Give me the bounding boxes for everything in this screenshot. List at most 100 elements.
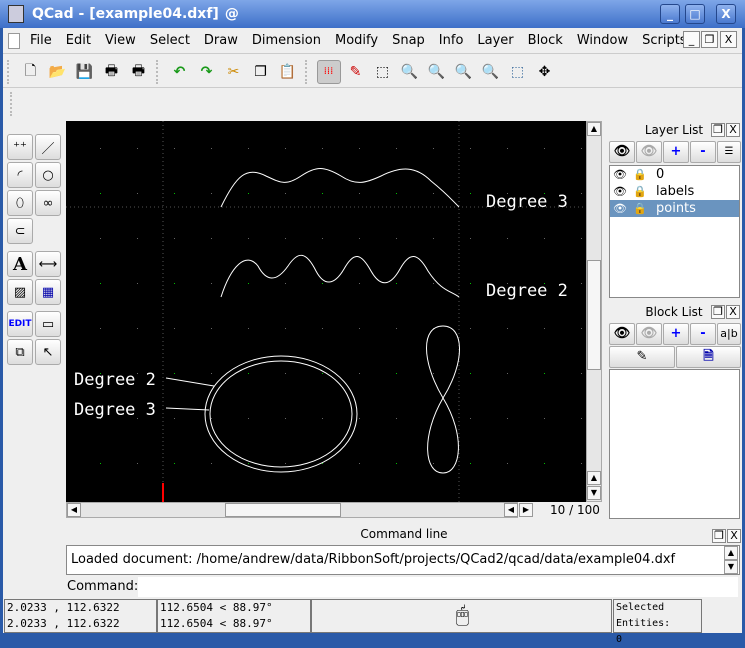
float-icon[interactable]: ❐: [711, 123, 725, 137]
edit-block-icon[interactable]: ✎: [609, 346, 675, 368]
dimension-tool-icon[interactable]: ⟷: [35, 251, 61, 277]
menu-scripts[interactable]: Scripts: [642, 33, 686, 48]
block-tool-icon[interactable]: ⧉: [7, 339, 33, 365]
mdi-close-button[interactable]: X: [720, 31, 737, 48]
select-tool-icon[interactable]: ↖: [35, 339, 61, 365]
grid-icon[interactable]: ⁞⁞⁞: [316, 59, 341, 84]
lock-icon[interactable]: 🔒: [630, 185, 650, 198]
arc-tool-icon[interactable]: ◜: [7, 162, 33, 188]
hide-all-layers-icon[interactable]: 👁: [636, 141, 662, 163]
paste-icon[interactable]: 📋: [276, 60, 300, 84]
zoom-pan-icon[interactable]: ✥: [533, 60, 557, 84]
circle-tool-icon[interactable]: ○: [35, 162, 61, 188]
measure-tool-icon[interactable]: ▭: [35, 311, 61, 337]
previous-page-button[interactable]: ◀: [504, 503, 518, 517]
lock-icon[interactable]: 🔒: [630, 202, 650, 215]
hide-all-blocks-icon[interactable]: 👁: [636, 323, 662, 345]
layer-attributes-icon[interactable]: ☰: [717, 141, 741, 163]
next-page-button[interactable]: ▶: [519, 503, 533, 517]
mdi-restore-button[interactable]: ❐: [701, 31, 718, 48]
eye-icon[interactable]: 👁: [610, 202, 630, 215]
horizontal-scroll-thumb[interactable]: [225, 503, 341, 517]
menu-edit[interactable]: Edit: [66, 33, 91, 48]
hatch-tool-icon[interactable]: ▨: [7, 279, 33, 305]
redo-icon[interactable]: ↷: [195, 60, 219, 84]
close-icon[interactable]: X: [726, 123, 740, 137]
menu-file[interactable]: File: [30, 33, 52, 48]
close-button[interactable]: X: [716, 4, 736, 24]
layer-item-labels[interactable]: 👁 🔒 labels: [610, 183, 739, 200]
menu-snap[interactable]: Snap: [392, 33, 425, 48]
menu-block[interactable]: Block: [528, 33, 563, 48]
menu-view[interactable]: View: [105, 33, 136, 48]
new-icon[interactable]: 🗋: [19, 60, 43, 84]
menu-window[interactable]: Window: [577, 33, 628, 48]
eye-icon[interactable]: 👁: [610, 168, 630, 181]
grid-point: [359, 328, 360, 329]
print-icon[interactable]: 🖶: [100, 60, 124, 84]
copy-icon[interactable]: ❐: [249, 60, 273, 84]
polyline-tool-icon[interactable]: ⊂: [7, 218, 33, 244]
image-tool-icon[interactable]: ▦: [35, 279, 61, 305]
menu-dimension[interactable]: Dimension: [252, 33, 321, 48]
zoom-auto-icon[interactable]: 🔍: [452, 60, 476, 84]
layer-item-0[interactable]: 👁 🔒 0: [610, 166, 739, 183]
toolbar-grip[interactable]: [10, 92, 14, 116]
remove-layer-button[interactable]: -: [690, 141, 716, 163]
menu-modify[interactable]: Modify: [335, 33, 378, 48]
save-icon[interactable]: 💾: [73, 60, 97, 84]
maximize-button[interactable]: □: [685, 4, 705, 24]
add-block-button[interactable]: +: [663, 323, 689, 345]
scroll-left-button[interactable]: ◀: [67, 503, 81, 517]
add-layer-button[interactable]: +: [663, 141, 689, 163]
print-preview-icon[interactable]: 🖶: [127, 60, 151, 84]
vertical-scroll-thumb[interactable]: [587, 260, 601, 370]
scroll-down-button[interactable]: ▼: [587, 486, 601, 500]
cut-icon[interactable]: ✂: [222, 60, 246, 84]
zoom-previous-icon[interactable]: 🔍: [479, 60, 503, 84]
zoom-out-icon[interactable]: 🔍: [425, 60, 449, 84]
remove-block-button[interactable]: -: [690, 323, 716, 345]
command-input[interactable]: [138, 577, 738, 597]
zoom-window-icon[interactable]: ⬚: [506, 60, 530, 84]
close-icon[interactable]: X: [726, 305, 740, 319]
rename-block-button[interactable]: a|b: [717, 323, 741, 345]
line-tool-icon[interactable]: ／: [35, 134, 61, 160]
redraw-icon[interactable]: ⬚: [371, 60, 395, 84]
text-tool-icon[interactable]: A: [7, 251, 33, 277]
float-icon[interactable]: ❐: [712, 529, 726, 543]
minimize-button[interactable]: _: [660, 4, 680, 24]
undo-icon[interactable]: ↶: [168, 60, 192, 84]
drawing-canvas[interactable]: Degree 3 Degree 2 Degree 2 Degree 3: [66, 121, 619, 509]
toolbar-grip[interactable]: [156, 59, 162, 84]
horizontal-scrollbar[interactable]: ◀ ▶: [66, 502, 518, 518]
scroll-up-button[interactable]: ▲: [587, 122, 601, 136]
open-icon[interactable]: 📂: [46, 60, 70, 84]
mdi-minimize-button[interactable]: _: [683, 31, 700, 48]
float-icon[interactable]: ❐: [711, 305, 725, 319]
menu-select[interactable]: Select: [150, 33, 190, 48]
menu-draw[interactable]: Draw: [204, 33, 238, 48]
menu-layer[interactable]: Layer: [477, 33, 513, 48]
modify-tool-icon[interactable]: EDIT: [7, 311, 33, 337]
scroll-up-button[interactable]: ▲: [587, 471, 601, 485]
ellipse-tool-icon[interactable]: ⬯: [7, 190, 33, 216]
show-all-blocks-icon[interactable]: 👁: [609, 323, 635, 345]
spline-tool-icon[interactable]: ∞: [35, 190, 61, 216]
draft-icon[interactable]: ✎: [344, 60, 368, 84]
lock-icon[interactable]: 🔒: [630, 168, 650, 181]
menu-info[interactable]: Info: [439, 33, 464, 48]
toolbar-grip[interactable]: [7, 59, 13, 84]
insert-block-icon[interactable]: 🗎: [676, 346, 741, 368]
eye-icon[interactable]: 👁: [610, 185, 630, 198]
scroll-down-button[interactable]: ▼: [724, 560, 738, 574]
vertical-scrollbar[interactable]: ▲ ▲ ▼: [586, 121, 602, 502]
scroll-up-button[interactable]: ▲: [724, 546, 738, 560]
layer-item-points[interactable]: 👁 🔒 points: [610, 200, 739, 217]
close-icon[interactable]: X: [727, 529, 741, 543]
abs-coord: 2.0233 , 112.6322: [7, 601, 120, 614]
toolbar-grip[interactable]: [305, 59, 311, 84]
show-all-layers-icon[interactable]: 👁: [609, 141, 635, 163]
zoom-in-icon[interactable]: 🔍: [398, 60, 422, 84]
points-tool-icon[interactable]: ⁺⁺: [7, 134, 33, 160]
